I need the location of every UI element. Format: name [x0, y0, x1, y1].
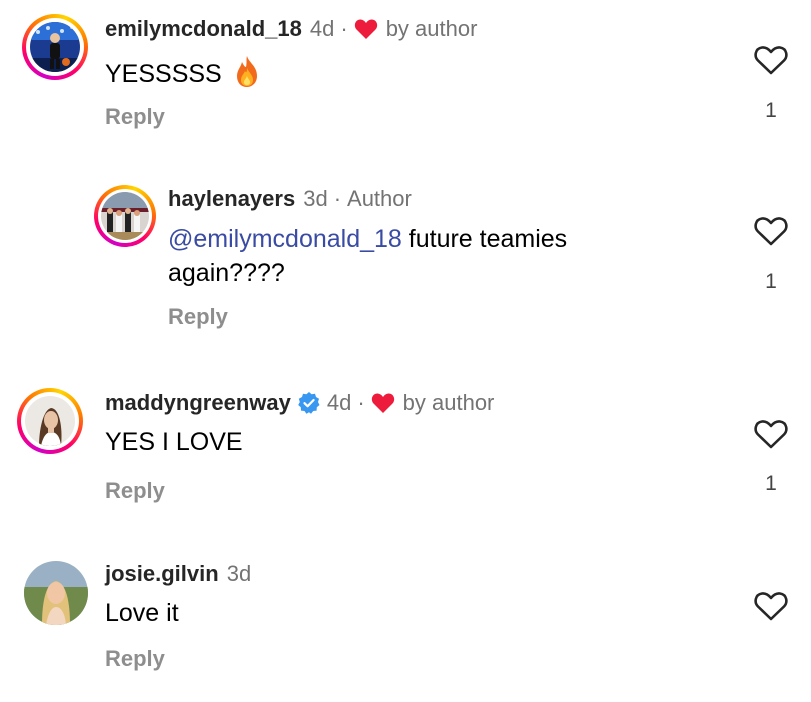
liked-by-author-label: by author — [402, 390, 495, 415]
avatar[interactable] — [94, 185, 156, 247]
comment-header: emilymcdonald_18 4d · by author — [105, 16, 477, 42]
fire-emoji-icon — [236, 56, 257, 87]
comment-header: haylenayers 3d · Author — [168, 186, 412, 212]
heart-outline-icon[interactable] — [753, 418, 789, 450]
timestamp: 4d — [326, 390, 352, 415]
timestamp: 3d — [303, 186, 328, 211]
avatar-image — [25, 396, 75, 446]
mention-link[interactable]: @emilymcdonald_18 — [168, 225, 402, 253]
comment-text: YES I LOVE — [105, 428, 243, 456]
avatar-image — [101, 192, 149, 240]
comment-header: josie.gilvin 3d — [105, 561, 251, 587]
username[interactable]: emilymcdonald_18 — [105, 16, 302, 42]
reply-button[interactable]: Reply — [105, 646, 165, 672]
heart-outline-icon[interactable] — [753, 590, 789, 622]
separator-dot: · — [357, 390, 365, 415]
heart-outline-icon[interactable] — [753, 215, 789, 247]
username[interactable]: haylenayers — [168, 186, 295, 212]
liked-by-author-label: by author — [385, 16, 478, 41]
like-count[interactable]: 1 — [756, 270, 786, 294]
timestamp: 4d — [309, 16, 335, 41]
like-count[interactable]: 1 — [756, 472, 786, 496]
avatar-image — [30, 22, 80, 72]
comment-text-content: YESSSSS — [105, 60, 222, 88]
timestamp: 3d — [226, 561, 252, 586]
avatar[interactable] — [17, 388, 83, 454]
author-label: Author — [347, 186, 412, 211]
username[interactable]: josie.gilvin — [105, 561, 219, 587]
comment-header: maddyngreenway 4d · by author — [105, 390, 494, 416]
comment-text: Love it — [105, 599, 179, 627]
verified-badge-icon — [298, 392, 320, 414]
reply-button[interactable]: Reply — [105, 104, 165, 130]
separator-dot: · — [340, 16, 348, 41]
comment-text: YESSSSS — [105, 54, 262, 91]
red-heart-icon — [354, 19, 377, 39]
red-heart-icon — [371, 393, 394, 413]
comment-text: @emilymcdonald_18 future teamies again??… — [168, 222, 688, 290]
separator-dot: · — [333, 186, 342, 211]
heart-outline-icon[interactable] — [753, 44, 789, 76]
avatar[interactable] — [24, 561, 88, 625]
username[interactable]: maddyngreenway — [105, 390, 291, 416]
reply-button[interactable]: Reply — [105, 478, 165, 504]
reply-button[interactable]: Reply — [168, 304, 228, 330]
like-count[interactable]: 1 — [756, 99, 786, 123]
avatar[interactable] — [22, 14, 88, 80]
